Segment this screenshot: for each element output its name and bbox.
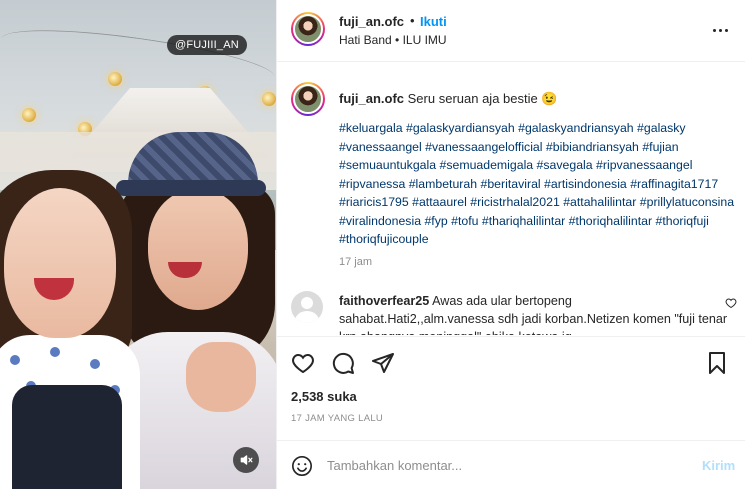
face <box>4 188 116 338</box>
separator-dot: • <box>410 13 415 28</box>
caption-hashtags[interactable]: #keluargala #galaskyardiansyah #galaskya… <box>339 119 739 249</box>
follow-button[interactable]: Ikuti <box>420 14 447 29</box>
comment-button[interactable] <box>331 351 355 378</box>
hand <box>186 342 256 412</box>
emoji-icon <box>292 456 312 476</box>
caption-text: Seru seruan aja bestie 😉 <box>407 91 558 106</box>
face <box>148 190 248 310</box>
more-horizontal-icon <box>713 28 728 32</box>
emoji-button[interactable] <box>291 455 313 480</box>
comment-icon <box>332 352 354 374</box>
comment-like-button[interactable] <box>725 297 737 312</box>
comment-item: faithoverfear25 Awas ada ular bertopeng … <box>277 277 745 335</box>
comment-body: faithoverfear25 Awas ada ular bertopeng … <box>339 292 729 335</box>
post-comment-button[interactable]: Kirim <box>702 458 735 473</box>
save-button[interactable] <box>705 351 729 378</box>
share-button[interactable] <box>371 351 395 378</box>
comment-input[interactable] <box>327 453 687 477</box>
avatar[interactable] <box>291 82 325 116</box>
like-button[interactable] <box>291 351 315 378</box>
action-bar <box>277 336 745 386</box>
commenter-avatar[interactable] <box>291 291 323 323</box>
lantern <box>262 92 276 106</box>
heart-icon <box>725 298 737 309</box>
mute-button[interactable] <box>233 447 259 473</box>
caption-block: fuji_an.ofc Seru seruan aja bestie 😉 #ke… <box>277 62 745 277</box>
comment-username[interactable]: faithoverfear25 <box>339 294 429 308</box>
share-icon <box>372 353 394 373</box>
comment-composer: Kirim <box>277 440 745 489</box>
audio-label[interactable]: Hati Band • ILU IMU <box>339 33 447 47</box>
user-tag-label[interactable]: @FUJIII_AN <box>167 35 247 55</box>
avatar[interactable] <box>291 12 325 46</box>
post-header: fuji_an.ofc • Ikuti Hati Band • ILU IMU <box>277 0 745 62</box>
username-link[interactable]: fuji_an.ofc <box>339 14 404 29</box>
person-left <box>0 170 142 489</box>
caption-line: fuji_an.ofc Seru seruan aja bestie 😉 <box>339 90 734 108</box>
caption-username[interactable]: fuji_an.ofc <box>339 91 404 106</box>
post-timestamp: 17 JAM YANG LALU <box>291 413 384 424</box>
dress <box>12 385 122 489</box>
heart-icon <box>292 353 314 374</box>
bookmark-icon <box>709 352 725 374</box>
post-video[interactable]: @FUJIII_AN <box>0 0 276 489</box>
lantern <box>22 108 36 122</box>
lantern <box>108 72 122 86</box>
caption-timestamp: 17 jam <box>339 256 373 268</box>
instagram-post: @FUJIII_AN fuji_an.ofc • Ikuti Hati Band… <box>0 0 745 489</box>
post-detail-panel: fuji_an.ofc • Ikuti Hati Band • ILU IMU … <box>276 0 745 489</box>
likes-count[interactable]: 2,538 suka <box>291 389 357 404</box>
speaker-muted-icon <box>240 455 253 465</box>
more-options-button[interactable] <box>713 22 733 38</box>
